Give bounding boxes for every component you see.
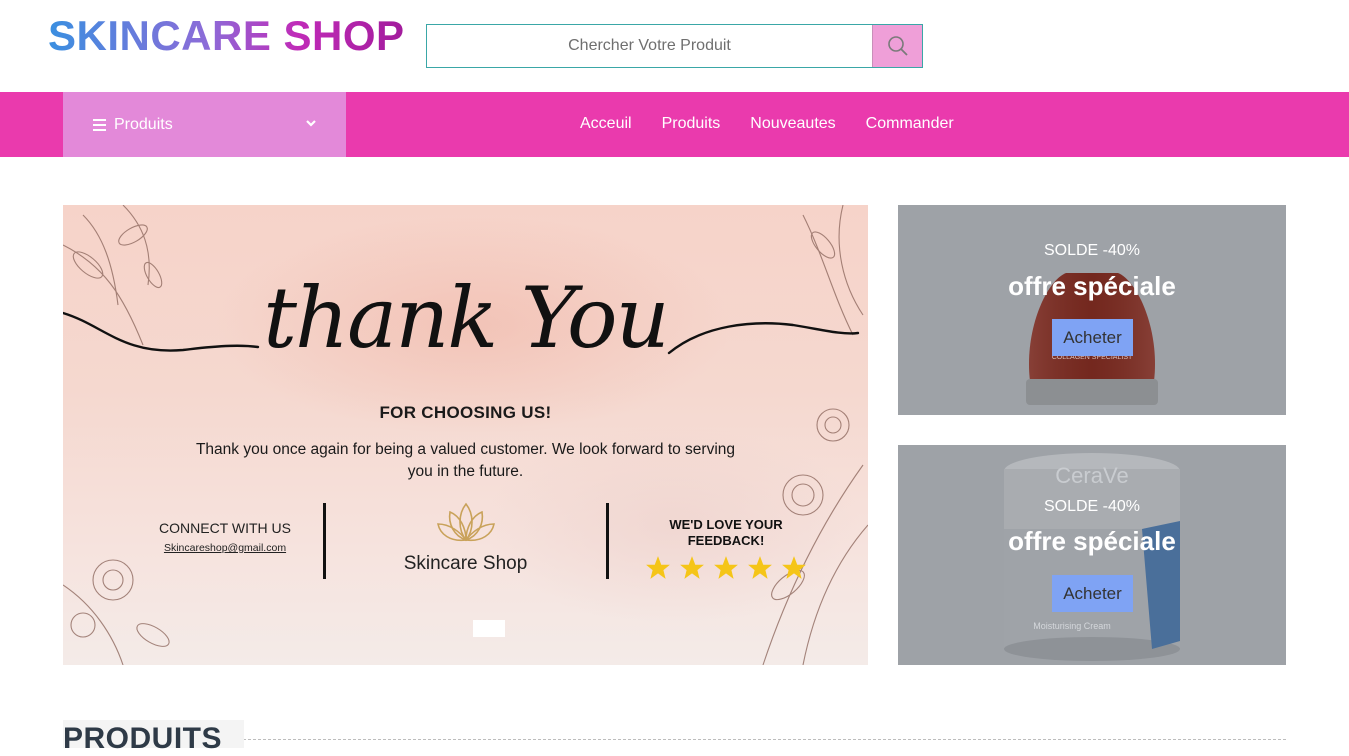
- products-section-header: PRODUITS: [63, 720, 1286, 755]
- hero-subtitle: FOR CHOOSING US!: [379, 403, 552, 422]
- section-title: PRODUITS: [63, 720, 244, 755]
- star-icon: [782, 556, 806, 579]
- hero-body-text: Thank you once again for being a valued …: [195, 441, 736, 480]
- nav-link-produits[interactable]: Produits: [652, 115, 721, 135]
- divider: [606, 503, 609, 579]
- category-dropdown[interactable]: Produits: [63, 92, 346, 157]
- divider: [243, 739, 1286, 740]
- divider: [323, 503, 326, 579]
- slider-indicator[interactable]: [473, 620, 505, 637]
- svg-text:CeraVe: CeraVe: [1055, 463, 1128, 488]
- svg-text:Moisturising Cream: Moisturising Cream: [1033, 621, 1111, 631]
- search-bar: [426, 24, 923, 68]
- hero-banner[interactable]: thank You FOR CHOOSING US! Thank you onc…: [63, 205, 868, 665]
- brand-name: Skincare Shop: [403, 553, 528, 574]
- acheter-button[interactable]: Acheter: [1052, 319, 1133, 356]
- acheter-button[interactable]: Acheter: [1052, 575, 1133, 612]
- connect-block: CONNECT WITH US Skincareshop@gmail.com: [125, 520, 325, 554]
- promo-sale-text: SOLDE -40%: [1043, 242, 1141, 259]
- connect-title: CONNECT WITH US: [159, 520, 291, 536]
- nav-link-acceuil[interactable]: Acceuil: [570, 115, 632, 135]
- promo-card: COLLAGEN SPECIALIST SOLDE -40% offre spé…: [898, 205, 1286, 415]
- main-navbar: Produits Acceuil Produits Nouveautes Com…: [0, 92, 1349, 157]
- chevron-down-icon: [306, 120, 316, 127]
- site-header: SKINCARE SHOP: [0, 0, 1349, 92]
- search-icon: [887, 36, 908, 56]
- menu-icon: [93, 118, 106, 131]
- hero-title: thank You: [263, 269, 669, 367]
- star-icon: [646, 556, 670, 579]
- nav-link-nouveautes[interactable]: Nouveautes: [740, 115, 835, 135]
- promo-sale-text: SOLDE -40%: [1043, 498, 1141, 515]
- promo-offer-title: offre spéciale: [1008, 271, 1176, 301]
- brand-block: Skincare Shop: [383, 500, 548, 575]
- feedback-title: WE'D LOVE YOUR FEEDBACK!: [669, 517, 783, 548]
- star-icon: [714, 556, 738, 579]
- search-button[interactable]: [872, 25, 922, 67]
- connect-email: Skincareshop@gmail.com: [163, 542, 287, 554]
- category-dropdown-label: Produits: [114, 115, 173, 133]
- lotus-logo-icon: [436, 502, 495, 542]
- promo-offer-title: offre spéciale: [1008, 526, 1176, 556]
- promo-card: CeraVe Moisturising Cream SOLDE -40% off…: [898, 445, 1286, 665]
- nav-link-commander[interactable]: Commander: [856, 115, 954, 135]
- star-icon: [748, 556, 772, 579]
- site-logo[interactable]: SKINCARE SHOP: [48, 12, 405, 60]
- rating-stars: [635, 555, 817, 581]
- search-input[interactable]: [427, 25, 872, 67]
- feedback-block: WE'D LOVE YOUR FEEDBACK!: [635, 517, 817, 581]
- star-icon: [680, 556, 704, 579]
- nav-links: Acceuil Produits Nouveautes Commander: [570, 92, 954, 157]
